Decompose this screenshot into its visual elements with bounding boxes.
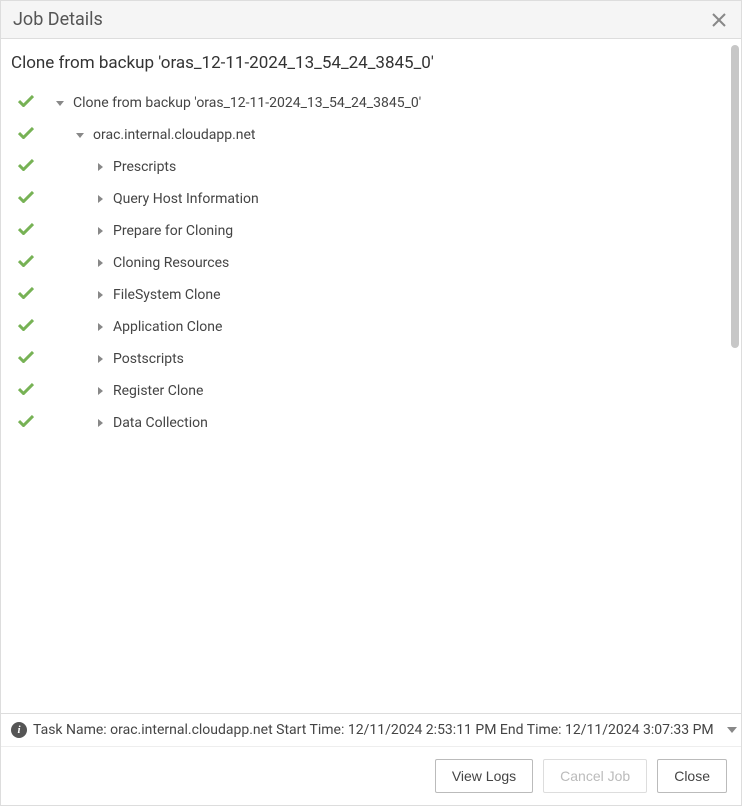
chevron-right-icon[interactable]	[93, 387, 107, 395]
tree-label: Query Host Information	[113, 191, 259, 207]
status-success-icon	[11, 159, 41, 175]
cancel-job-button: Cancel Job	[543, 759, 647, 793]
status-success-icon	[11, 383, 41, 399]
close-button[interactable]: Close	[657, 759, 727, 793]
chevron-down-icon[interactable]	[53, 99, 67, 107]
status-success-icon	[11, 191, 41, 207]
scroll-down-icon[interactable]	[727, 727, 737, 733]
tree-row[interactable]: Query Host Information	[11, 183, 727, 215]
status-success-icon	[11, 95, 41, 111]
status-bar: i Task Name: orac.internal.cloudapp.net …	[1, 713, 741, 746]
chevron-down-icon[interactable]	[73, 131, 87, 139]
status-success-icon	[11, 351, 41, 367]
tree-row[interactable]: Postscripts	[11, 343, 727, 375]
chevron-right-icon[interactable]	[93, 227, 107, 235]
info-icon: i	[11, 722, 27, 738]
tree-label: FileSystem Clone	[113, 287, 221, 303]
status-success-icon	[11, 223, 41, 239]
tree-row[interactable]: Prepare for Cloning	[11, 215, 727, 247]
chevron-right-icon[interactable]	[93, 195, 107, 203]
status-success-icon	[11, 255, 41, 271]
chevron-right-icon[interactable]	[93, 419, 107, 427]
job-subtitle: Clone from backup 'oras_12-11-2024_13_54…	[11, 49, 727, 87]
status-success-icon	[11, 127, 41, 143]
chevron-right-icon[interactable]	[93, 291, 107, 299]
chevron-right-icon[interactable]	[93, 163, 107, 171]
button-bar: View Logs Cancel Job Close	[1, 746, 741, 805]
tree-row[interactable]: Clone from backup 'oras_12-11-2024_13_54…	[11, 87, 727, 119]
tree-label: Postscripts	[113, 351, 184, 367]
tree-label: Prepare for Cloning	[113, 223, 233, 239]
status-text: Task Name: orac.internal.cloudapp.net St…	[33, 722, 714, 738]
tree-row[interactable]: Register Clone	[11, 375, 727, 407]
status-success-icon	[11, 287, 41, 303]
chevron-right-icon[interactable]	[93, 259, 107, 267]
tree-label: Register Clone	[113, 383, 203, 399]
scrollbar-thumb[interactable]	[731, 45, 739, 348]
dialog-header: Job Details	[1, 1, 741, 39]
tree-label: Cloning Resources	[113, 255, 229, 271]
job-details-dialog: Job Details Clone from backup 'oras_12-1…	[0, 0, 742, 806]
close-icon[interactable]	[709, 10, 729, 30]
job-tree: Clone from backup 'oras_12-11-2024_13_54…	[11, 87, 727, 439]
status-success-icon	[11, 319, 41, 335]
dialog-title: Job Details	[13, 9, 103, 30]
tree-row[interactable]: Prescripts	[11, 151, 727, 183]
scroll-area[interactable]: Clone from backup 'oras_12-11-2024_13_54…	[1, 39, 727, 713]
status-success-icon	[11, 415, 41, 431]
tree-label: orac.internal.cloudapp.net	[93, 127, 256, 143]
tree-row[interactable]: Data Collection	[11, 407, 727, 439]
tree-label: Data Collection	[113, 415, 208, 431]
content-area: Clone from backup 'oras_12-11-2024_13_54…	[1, 39, 741, 713]
chevron-right-icon[interactable]	[93, 355, 107, 363]
tree-row[interactable]: Cloning Resources	[11, 247, 727, 279]
chevron-right-icon[interactable]	[93, 323, 107, 331]
tree-label: Application Clone	[113, 319, 222, 335]
tree-label: Clone from backup 'oras_12-11-2024_13_54…	[73, 95, 421, 111]
tree-row[interactable]: FileSystem Clone	[11, 279, 727, 311]
tree-row[interactable]: Application Clone	[11, 311, 727, 343]
view-logs-button[interactable]: View Logs	[435, 759, 533, 793]
tree-row[interactable]: orac.internal.cloudapp.net	[11, 119, 727, 151]
tree-label: Prescripts	[113, 159, 176, 175]
